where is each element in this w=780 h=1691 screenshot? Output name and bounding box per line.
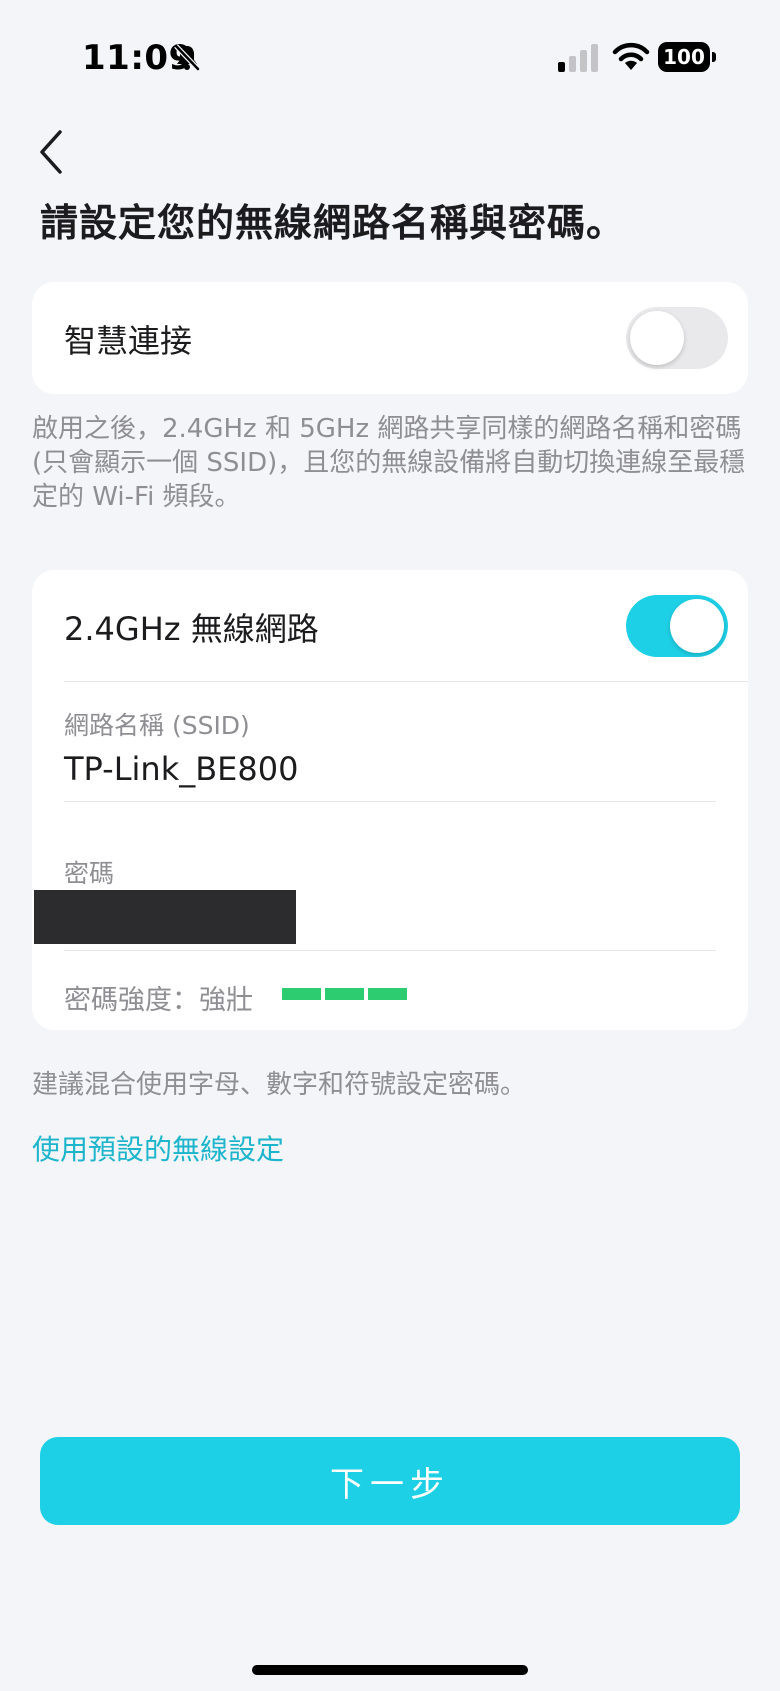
smart-connect-description: 啟用之後，2.4GHz 和 5GHz 網路共享同樣的網路名稱和密碼 (只會顯示一… (32, 414, 746, 512)
divider (64, 801, 716, 802)
password-input[interactable] (34, 890, 296, 944)
password-strength-label: 密碼強度：強壯 (64, 985, 253, 1016)
ssid-label: 網路名稱 (SSID) (64, 711, 250, 740)
chevron-left-icon (40, 130, 62, 174)
strength-bar (325, 988, 364, 1000)
network-24ghz-label: 2.4GHz 無線網路 (64, 610, 319, 648)
password-hint: 建議混合使用字母、數字和符號設定密碼。 (32, 1070, 527, 1100)
network-24ghz-card: 2.4GHz 無線網路 網路名稱 (SSID) TP-Link_BE800 密碼… (32, 570, 748, 1030)
next-button[interactable]: 下一步 (40, 1437, 740, 1525)
password-label: 密碼 (64, 859, 115, 888)
battery-tip (712, 52, 716, 62)
home-indicator (252, 1665, 528, 1675)
strength-bar (368, 988, 407, 1000)
back-button[interactable] (32, 122, 76, 182)
use-default-settings-link[interactable]: 使用預設的無線設定 (32, 1128, 284, 1168)
page-title: 請設定您的無線網路名稱與密碼。 (40, 201, 626, 245)
ssid-input[interactable]: TP-Link_BE800 (64, 750, 298, 788)
divider (64, 681, 748, 682)
network-24ghz-toggle[interactable] (626, 595, 728, 657)
cellular-signal-icon (558, 44, 598, 72)
smart-connect-card: 智慧連接 (32, 282, 748, 394)
toggle-knob (630, 311, 684, 365)
strength-bar (282, 988, 321, 1000)
wifi-icon (612, 42, 650, 70)
smart-connect-toggle[interactable] (626, 307, 728, 369)
password-strength-meter (282, 988, 407, 1000)
status-bar: 11:09 100 (0, 0, 780, 110)
toggle-knob (670, 599, 724, 653)
bell-slash-icon (174, 44, 200, 71)
smart-connect-label: 智慧連接 (64, 322, 193, 360)
battery-icon: 100 (658, 42, 716, 72)
divider (64, 950, 716, 951)
battery-level: 100 (658, 42, 710, 72)
